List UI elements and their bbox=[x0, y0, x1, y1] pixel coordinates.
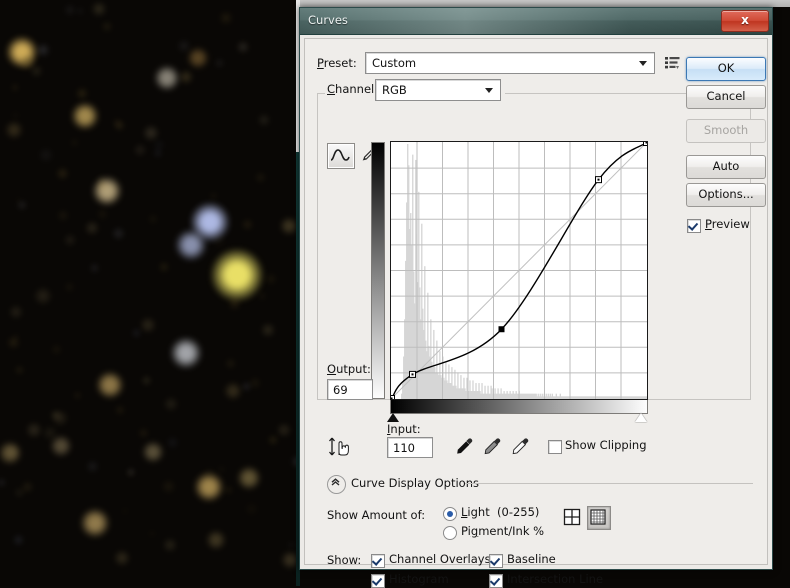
options-button[interactable]: Options... bbox=[686, 183, 766, 207]
auto-button[interactable]: Auto bbox=[686, 155, 766, 179]
chevron-down-icon bbox=[639, 61, 647, 66]
group-border-vert bbox=[317, 93, 318, 399]
group-border-left bbox=[317, 93, 325, 94]
baseline-checkbox[interactable] bbox=[489, 554, 503, 568]
curve-graph[interactable] bbox=[390, 141, 648, 400]
curve-draw-icon[interactable] bbox=[327, 143, 355, 169]
preview-label: Preview bbox=[705, 217, 750, 231]
cancel-button[interactable]: Cancel bbox=[686, 85, 766, 109]
black-point-slider[interactable] bbox=[387, 413, 399, 422]
input-input[interactable]: 110 bbox=[387, 437, 433, 458]
input-gradient-bar bbox=[390, 400, 648, 414]
eyedropper-black-point-icon[interactable] bbox=[453, 435, 475, 457]
channel-value: RGB bbox=[382, 83, 407, 97]
dialog-title: Curves bbox=[308, 13, 348, 27]
dialog-titlebar[interactable]: Curves x bbox=[300, 8, 772, 35]
channel-overlays-checkbox[interactable] bbox=[371, 554, 385, 568]
ok-button[interactable]: OK bbox=[686, 57, 766, 81]
output-value: 69 bbox=[333, 383, 348, 397]
show-amount-label: Show Amount of: bbox=[327, 508, 425, 522]
curves-dialog: Curves x Preset: Custom bbox=[299, 7, 773, 570]
section-divider bbox=[465, 483, 753, 484]
preset-select[interactable]: Custom bbox=[365, 52, 655, 74]
preview-checkbox[interactable] bbox=[687, 219, 701, 233]
radio-light[interactable] bbox=[443, 507, 457, 521]
curve-graph-area bbox=[371, 141, 647, 400]
channel-select[interactable]: RGB bbox=[375, 79, 501, 101]
channel-label: Channel: bbox=[327, 82, 378, 96]
radio-pigment[interactable] bbox=[443, 526, 457, 540]
output-label: Output: bbox=[327, 362, 371, 376]
show-clipping-checkbox[interactable] bbox=[548, 440, 562, 454]
curve-adjust-hand-icon[interactable] bbox=[327, 435, 355, 459]
preset-value: Custom bbox=[372, 56, 416, 70]
channel-overlays-label: Channel Overlays bbox=[389, 552, 491, 566]
grid-quarters-icon[interactable] bbox=[561, 506, 583, 528]
dialog-body: Preset: Custom Chan bbox=[304, 38, 768, 565]
radio-light-label: Light (0-255) bbox=[461, 505, 539, 519]
preset-menu-icon[interactable] bbox=[665, 55, 681, 69]
close-icon[interactable]: x bbox=[721, 10, 769, 32]
output-input[interactable]: 69 bbox=[327, 379, 373, 400]
curve-graph-svg[interactable] bbox=[391, 142, 647, 399]
titlebar-gloss bbox=[300, 8, 772, 34]
radio-pigment-label: Pigment/Ink % bbox=[461, 524, 544, 538]
white-point-slider[interactable] bbox=[635, 413, 647, 422]
show-label: Show: bbox=[327, 553, 361, 567]
grid-tenths-icon[interactable] bbox=[587, 506, 611, 530]
baseline-label: Baseline bbox=[507, 552, 556, 566]
intersection-line-label: Intersection Line bbox=[507, 572, 603, 586]
curve-display-options-label: Curve Display Options bbox=[351, 476, 479, 490]
preset-label: Preset: bbox=[317, 56, 357, 70]
output-gradient-bar bbox=[371, 142, 385, 399]
eyedropper-white-point-icon[interactable] bbox=[509, 435, 531, 457]
eyedropper-gray-point-icon[interactable] bbox=[481, 435, 503, 457]
smooth-button: Smooth bbox=[686, 119, 766, 143]
input-value: 110 bbox=[393, 441, 415, 455]
show-clipping-label: Show Clipping bbox=[565, 438, 647, 452]
input-label: Input: bbox=[387, 422, 421, 436]
chevron-up-icon[interactable] bbox=[327, 475, 346, 494]
histogram-label: Histogram bbox=[389, 572, 449, 586]
chevron-down-icon bbox=[485, 88, 493, 93]
